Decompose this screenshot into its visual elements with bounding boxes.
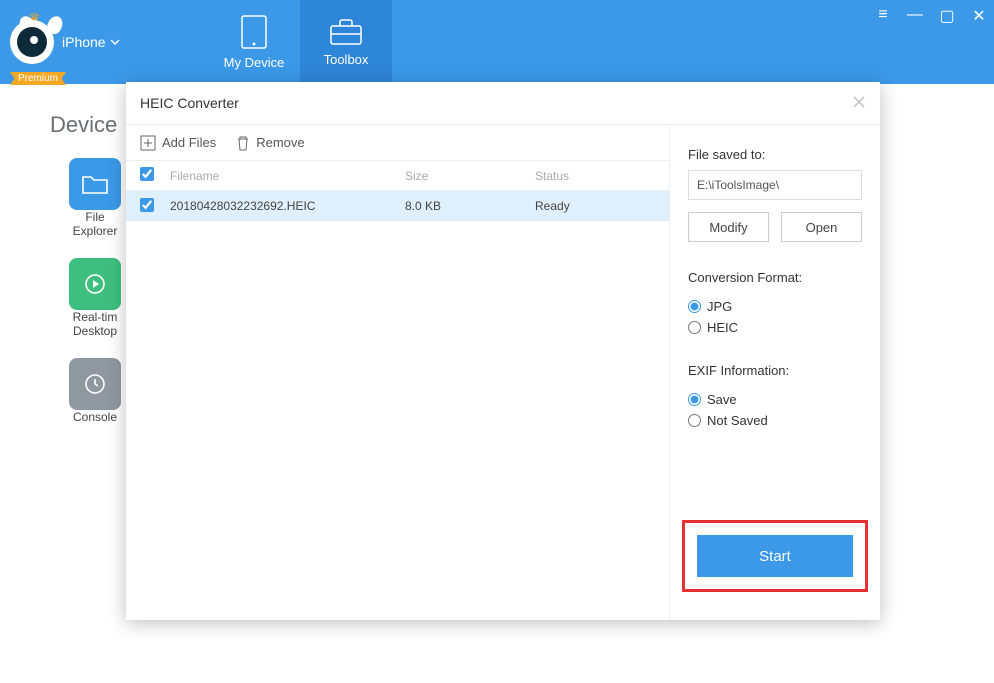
device-selector-label: iPhone <box>62 34 106 50</box>
tab-my-device[interactable]: My Device <box>208 0 300 84</box>
add-files-button[interactable]: Add Files <box>140 135 216 151</box>
table-row[interactable]: 20180428032232692.HEIC 8.0 KB Ready <box>126 191 669 221</box>
logo-area: ♛ Premium iPhone <box>0 0 208 84</box>
table-header: Filename Size Status <box>126 161 669 191</box>
settings-pane: File saved to: Modify Open Conversion Fo… <box>670 125 880 620</box>
exif-save-radio[interactable] <box>688 393 701 406</box>
chevron-down-icon <box>110 39 120 45</box>
tablet-icon <box>241 15 267 49</box>
close-icon[interactable]: ✕ <box>970 6 988 26</box>
exif-notsave-option[interactable]: Not Saved <box>688 413 862 428</box>
maximize-icon[interactable]: ▢ <box>938 6 956 26</box>
modal-header: HEIC Converter <box>126 82 880 124</box>
modal-close-button[interactable] <box>852 93 866 114</box>
format-heic-radio[interactable] <box>688 321 701 334</box>
clock-icon <box>69 358 121 410</box>
tab-label: My Device <box>224 55 285 70</box>
row-checkbox[interactable] <box>140 198 154 212</box>
format-label: Conversion Format: <box>688 270 862 285</box>
tool-label-1: File <box>85 210 104 224</box>
exif-notsave-text: Not Saved <box>707 413 768 428</box>
tool-label-2: Desktop <box>73 324 117 338</box>
modify-button[interactable]: Modify <box>688 212 769 242</box>
format-jpg-radio[interactable] <box>688 300 701 313</box>
col-size: Size <box>405 169 535 183</box>
open-button[interactable]: Open <box>781 212 862 242</box>
col-filename: Filename <box>170 169 405 183</box>
start-button[interactable]: Start <box>697 535 853 577</box>
app-header: ♛ Premium iPhone My Device Toolbox ≡ — ▢ <box>0 0 994 84</box>
tab-label: Toolbox <box>324 52 369 67</box>
tool-label-2: Explorer <box>73 224 118 238</box>
tool-label-1: Real-tim <box>73 310 118 324</box>
format-jpg-text: JPG <box>707 299 732 314</box>
file-toolbar: Add Files Remove <box>126 125 669 161</box>
premium-badge: Premium <box>10 72 66 85</box>
plus-square-icon <box>140 135 156 151</box>
window-controls: ≡ — ▢ ✕ <box>874 6 988 26</box>
saved-to-label: File saved to: <box>688 147 862 162</box>
toolbox-icon <box>329 18 363 46</box>
save-path-input[interactable] <box>688 170 862 200</box>
heic-converter-modal: HEIC Converter Add Files Remove Filename… <box>126 82 880 620</box>
add-files-label: Add Files <box>162 135 216 150</box>
menu-icon[interactable]: ≡ <box>874 6 892 26</box>
play-icon <box>69 258 121 310</box>
format-jpg-option[interactable]: JPG <box>688 299 862 314</box>
exif-save-option[interactable]: Save <box>688 392 862 407</box>
row-filename: 20180428032232692.HEIC <box>170 199 405 213</box>
row-status: Ready <box>535 199 655 213</box>
remove-button[interactable]: Remove <box>236 135 304 151</box>
device-selector[interactable]: iPhone <box>62 34 120 50</box>
exif-label: EXIF Information: <box>688 363 862 378</box>
close-icon <box>852 95 866 109</box>
exif-notsave-radio[interactable] <box>688 414 701 427</box>
col-status: Status <box>535 169 655 183</box>
format-heic-text: HEIC <box>707 320 738 335</box>
start-highlight: Start <box>682 520 868 592</box>
trash-icon <box>236 135 250 151</box>
modal-title: HEIC Converter <box>140 95 239 111</box>
tab-toolbox[interactable]: Toolbox <box>300 0 392 84</box>
exif-save-text: Save <box>707 392 737 407</box>
file-list-pane: Add Files Remove Filename Size Status 20… <box>126 125 670 620</box>
format-heic-option[interactable]: HEIC <box>688 320 862 335</box>
remove-label: Remove <box>256 135 304 150</box>
tool-label-1: Console <box>73 410 117 424</box>
row-size: 8.0 KB <box>405 199 535 213</box>
logo-eye-icon <box>10 20 54 64</box>
minimize-icon[interactable]: — <box>906 6 924 26</box>
folder-icon <box>69 158 121 210</box>
select-all-checkbox[interactable] <box>140 167 154 181</box>
